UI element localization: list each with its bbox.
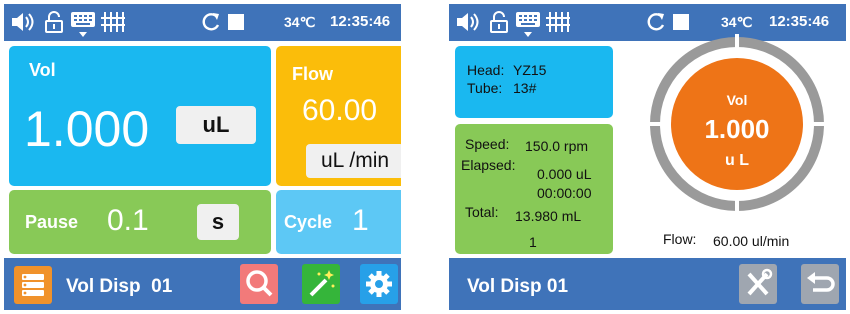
pause-tile[interactable]: Pause 0.1 s <box>9 190 271 254</box>
gauge-unit: u L <box>725 152 749 169</box>
elapsed-volume: 0.000 uL <box>537 166 592 182</box>
stop-icon[interactable] <box>228 14 244 30</box>
settings-gear-icon <box>366 271 392 297</box>
speaker-icon[interactable] <box>10 10 36 34</box>
cycle-tile[interactable]: Cycle 1 <box>276 190 401 254</box>
volume-unit-button[interactable]: uL <box>176 106 256 144</box>
pump-head-info: Head: YZ15 Tube: 13# <box>455 46 613 118</box>
run-screen: 34℃ 12:35:46 Head: YZ15 Tube: 13# Speed:… <box>449 4 846 310</box>
cycle-value: 1 <box>352 204 369 237</box>
unlock-icon[interactable] <box>489 10 511 34</box>
keyboard-icon[interactable] <box>515 10 541 40</box>
bottom-bar: Vol Disp 01 <box>4 258 401 310</box>
pause-unit-button[interactable]: s <box>197 204 239 240</box>
gauge-value: 1.000 <box>704 114 770 144</box>
back-arrow-icon <box>807 272 835 292</box>
unlock-icon[interactable] <box>44 10 66 34</box>
elapsed-label: Elapsed: <box>461 157 516 173</box>
cycle-count: 1 <box>529 234 537 250</box>
temperature-readout: 34℃ <box>284 14 316 30</box>
magic-wand-icon <box>309 270 335 297</box>
tools-button[interactable] <box>739 264 777 304</box>
flow-label: Flow <box>292 64 333 84</box>
refresh-icon[interactable] <box>645 10 667 34</box>
main-screen: 34℃ 12:35:46 Vol 1.000 uL Flow 60.00 uL … <box>4 4 401 310</box>
total-value: 13.980 mL <box>515 208 582 224</box>
run-stats: Speed: 150.0 rpm Elapsed: 0.000 uL 00:00… <box>455 124 613 254</box>
gate-icon[interactable] <box>100 10 126 34</box>
clock: 12:35:46 <box>769 13 830 30</box>
clock: 12:35:46 <box>330 13 391 30</box>
head-label: Head: <box>467 62 505 78</box>
speed-value: 150.0 rpm <box>525 138 589 154</box>
pause-label: Pause <box>25 212 79 232</box>
flow-readout-label: Flow: <box>663 231 697 247</box>
gauge-label: Vol <box>726 92 748 108</box>
stop-icon[interactable] <box>673 14 689 30</box>
volume-tile[interactable]: Vol 1.000 uL <box>9 46 271 186</box>
head-value: YZ15 <box>513 62 547 78</box>
volume-gauge: Vol 1.000 u L <box>647 34 827 214</box>
bottom-bar: Vol Disp 01 <box>449 258 846 310</box>
flow-tile[interactable]: Flow 60.00 uL /min <box>276 46 401 186</box>
gate-icon[interactable] <box>545 10 571 34</box>
back-button[interactable] <box>801 264 839 304</box>
wizard-button[interactable] <box>302 264 340 304</box>
status-bar: 34℃ 12:35:46 <box>4 4 401 41</box>
flow-unit-button[interactable]: uL /min <box>306 144 401 178</box>
cycle-label: Cycle <box>284 212 333 232</box>
menu-button[interactable] <box>14 266 52 304</box>
search-button[interactable] <box>240 264 278 304</box>
tube-label: Tube: <box>467 80 503 96</box>
flow-readout-value: 60.00 ul/min <box>713 233 790 249</box>
volume-label: Vol <box>29 60 56 80</box>
temperature-readout: 34℃ <box>721 14 753 30</box>
speed-label: Speed: <box>465 136 510 152</box>
total-label: Total: <box>465 204 499 220</box>
refresh-icon[interactable] <box>200 10 222 34</box>
speaker-icon[interactable] <box>455 10 481 34</box>
pause-value: 0.1 <box>107 204 149 237</box>
flow-value: 60.00 <box>302 94 378 127</box>
search-icon <box>246 270 273 297</box>
elapsed-time: 00:00:00 <box>537 185 592 201</box>
mode-title: Vol Disp 01 <box>66 276 173 297</box>
tools-icon <box>747 268 773 296</box>
settings-button[interactable] <box>360 264 398 304</box>
mode-title: Vol Disp 01 <box>467 276 569 297</box>
keyboard-icon[interactable] <box>70 10 96 40</box>
list-icon <box>22 274 44 296</box>
tube-value: 13# <box>513 80 537 96</box>
volume-value: 1.000 <box>24 101 150 157</box>
